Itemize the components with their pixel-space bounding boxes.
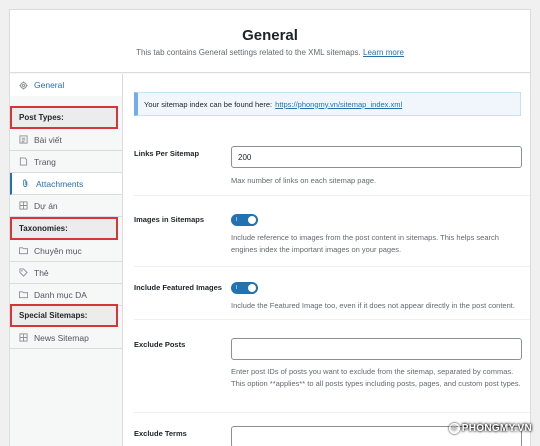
folder-icon [19,246,28,255]
settings-frame: General This tab contains General settin… [9,9,531,446]
watermark: © PHONGMY.VN [448,423,532,434]
divider [134,412,530,413]
page-title: General [242,27,298,44]
toggle-on-mark: I [236,217,238,223]
sidebar-item-label: News Sitemap [34,332,89,343]
sitemap-notice: Your sitemap index can be found here: ht… [134,92,521,116]
sidebar-item-bai-viet[interactable]: Bài viết [10,129,122,151]
toggle-knob [248,284,256,292]
copyright-icon: © [448,423,460,434]
description-text: This tab contains General settings relat… [136,48,361,57]
group-label: Taxonomies: [19,224,68,233]
grid-icon [19,201,28,210]
include-featured-images-help: Include the Featured Image too, even if … [231,301,515,310]
exclude-posts-label: Exclude Posts [134,340,186,349]
sidebar-item-label: Attachments [36,178,84,189]
sidebar-item-attachments[interactable]: Attachments [10,173,122,195]
posts-icon [19,135,28,144]
sidebar-item-du-an[interactable]: Dự án [10,195,122,217]
sidebar-item-label: Chuyên mục [34,245,82,256]
toggle-on-mark: I [236,285,238,291]
watermark-text: PHONGMY.VN [461,423,532,434]
sidebar-item-label: Trang [34,156,56,167]
images-in-sitemaps-label: Images in Sitemaps [134,215,205,224]
toggle-knob [248,216,256,224]
learn-more-link[interactable]: Learn more [363,48,404,57]
group-label: Special Sitemaps: [19,311,88,320]
sidebar-item-label: Danh mục DA [34,289,87,300]
folder-icon [19,290,28,299]
input-value: 200 [238,152,252,162]
sidebar-item-label: Thẻ [34,267,49,278]
page-icon [19,157,28,166]
include-featured-images-toggle[interactable]: I [231,282,258,294]
notice-text: Your sitemap index can be found here: [144,99,273,109]
links-per-sitemap-help: Max number of links on each sitemap page… [231,176,377,185]
exclude-posts-help: Enter post IDs of posts you want to excl… [231,367,521,388]
sidebar-item-label: Bài viết [34,134,62,145]
tag-icon [19,268,28,277]
divider [134,266,530,267]
include-featured-images-label: Include Featured Images [134,283,222,292]
gear-icon [19,80,28,90]
images-in-sitemaps-help: Include reference to images from the pos… [231,233,499,254]
group-label: Post Types: [19,113,64,122]
grid-icon [19,333,28,342]
sidebar-item-general[interactable]: General [10,74,122,96]
images-in-sitemaps-toggle[interactable]: I [231,214,258,226]
sidebar: General Post Types: Bài viết Trang Attac… [10,74,122,349]
page-header: General This tab contains General settin… [10,10,530,73]
sidebar-item-chuyen-muc[interactable]: Chuyên mục [10,240,122,262]
links-per-sitemap-label: Links Per Sitemap [134,149,200,158]
group-taxonomies: Taxonomies: [10,217,118,240]
sidebar-item-trang[interactable]: Trang [10,151,122,173]
settings-panel: Your sitemap index can be found here: ht… [122,74,530,446]
sidebar-item-label: General [34,80,65,90]
divider [134,319,530,320]
sidebar-item-news-sitemap[interactable]: News Sitemap [10,327,122,349]
group-special-sitemaps: Special Sitemaps: [10,304,118,327]
exclude-terms-label: Exclude Terms [134,429,187,438]
exclude-posts-input[interactable] [231,338,522,360]
sidebar-item-the[interactable]: Thẻ [10,262,122,284]
group-post-types: Post Types: [10,106,118,129]
page-description: This tab contains General settings relat… [10,48,530,57]
divider [134,195,530,196]
links-per-sitemap-input[interactable]: 200 [231,146,522,168]
sitemap-index-link[interactable]: https://phongmy.vn/sitemap_index.xml [275,100,402,109]
paperclip-icon [21,179,30,188]
sidebar-item-label: Dự án [34,200,58,211]
sidebar-item-danh-muc-da[interactable]: Danh mục DA [10,284,122,306]
